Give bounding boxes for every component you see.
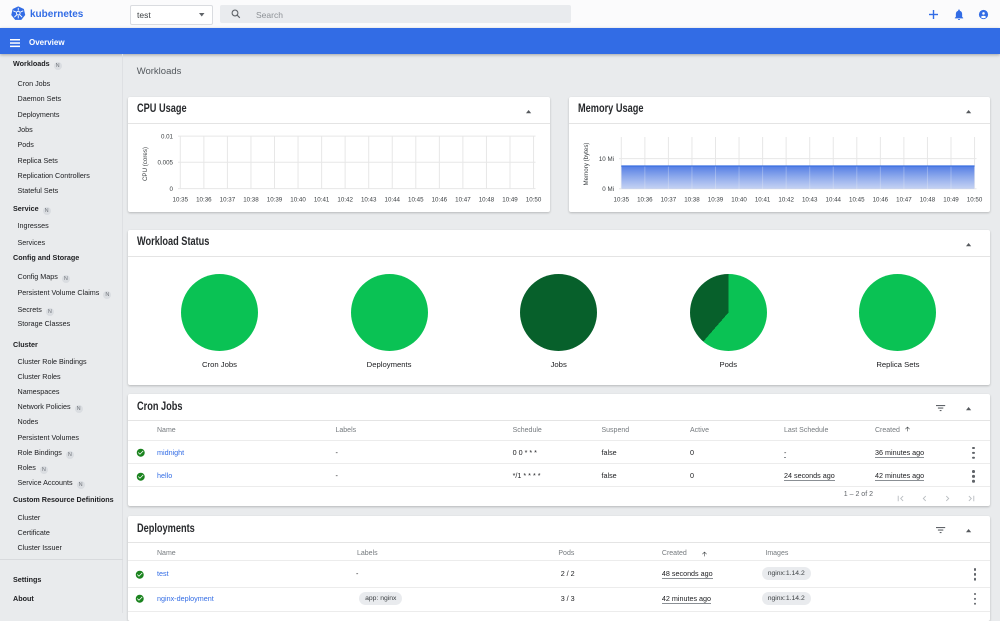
svg-text:10:37: 10:37 bbox=[220, 197, 236, 204]
svg-text:10:39: 10:39 bbox=[267, 197, 283, 204]
svg-text:10:44: 10:44 bbox=[825, 197, 841, 204]
svg-text:10:43: 10:43 bbox=[361, 197, 377, 204]
svg-text:10:47: 10:47 bbox=[896, 197, 912, 204]
svg-text:10:41: 10:41 bbox=[314, 197, 330, 204]
svg-text:10:35: 10:35 bbox=[173, 197, 189, 204]
svg-text:10:45: 10:45 bbox=[849, 197, 865, 204]
svg-text:10:46: 10:46 bbox=[432, 197, 448, 204]
svg-text:10:38: 10:38 bbox=[684, 197, 700, 204]
svg-text:10:48: 10:48 bbox=[479, 197, 495, 204]
svg-text:10:50: 10:50 bbox=[966, 197, 982, 204]
svg-text:10:42: 10:42 bbox=[337, 197, 353, 204]
svg-text:Memory (bytes): Memory (bytes) bbox=[583, 143, 590, 186]
svg-text:10:49: 10:49 bbox=[502, 197, 518, 204]
svg-text:10:42: 10:42 bbox=[778, 197, 794, 204]
svg-text:10:35: 10:35 bbox=[613, 197, 629, 204]
svg-text:10:39: 10:39 bbox=[707, 197, 723, 204]
svg-text:0.01: 0.01 bbox=[161, 133, 174, 140]
svg-text:10:40: 10:40 bbox=[731, 197, 747, 204]
svg-text:0 Mi: 0 Mi bbox=[602, 186, 614, 193]
svg-text:10 Mi: 10 Mi bbox=[598, 156, 613, 163]
svg-text:10:43: 10:43 bbox=[801, 197, 817, 204]
svg-text:10:47: 10:47 bbox=[455, 197, 471, 204]
svg-text:10:50: 10:50 bbox=[526, 197, 542, 204]
svg-text:10:44: 10:44 bbox=[385, 197, 401, 204]
svg-text:10:38: 10:38 bbox=[243, 197, 259, 204]
svg-text:10:45: 10:45 bbox=[408, 197, 424, 204]
svg-text:10:41: 10:41 bbox=[754, 197, 770, 204]
svg-text:0.005: 0.005 bbox=[158, 160, 174, 167]
svg-text:0: 0 bbox=[170, 186, 174, 193]
svg-text:10:46: 10:46 bbox=[872, 197, 888, 204]
svg-text:10:49: 10:49 bbox=[943, 197, 959, 204]
svg-text:10:48: 10:48 bbox=[919, 197, 935, 204]
svg-text:10:36: 10:36 bbox=[637, 197, 653, 204]
svg-text:10:36: 10:36 bbox=[196, 197, 212, 204]
svg-text:10:37: 10:37 bbox=[660, 197, 676, 204]
svg-text:CPU (cores): CPU (cores) bbox=[142, 147, 149, 181]
svg-text:10:40: 10:40 bbox=[290, 197, 306, 204]
